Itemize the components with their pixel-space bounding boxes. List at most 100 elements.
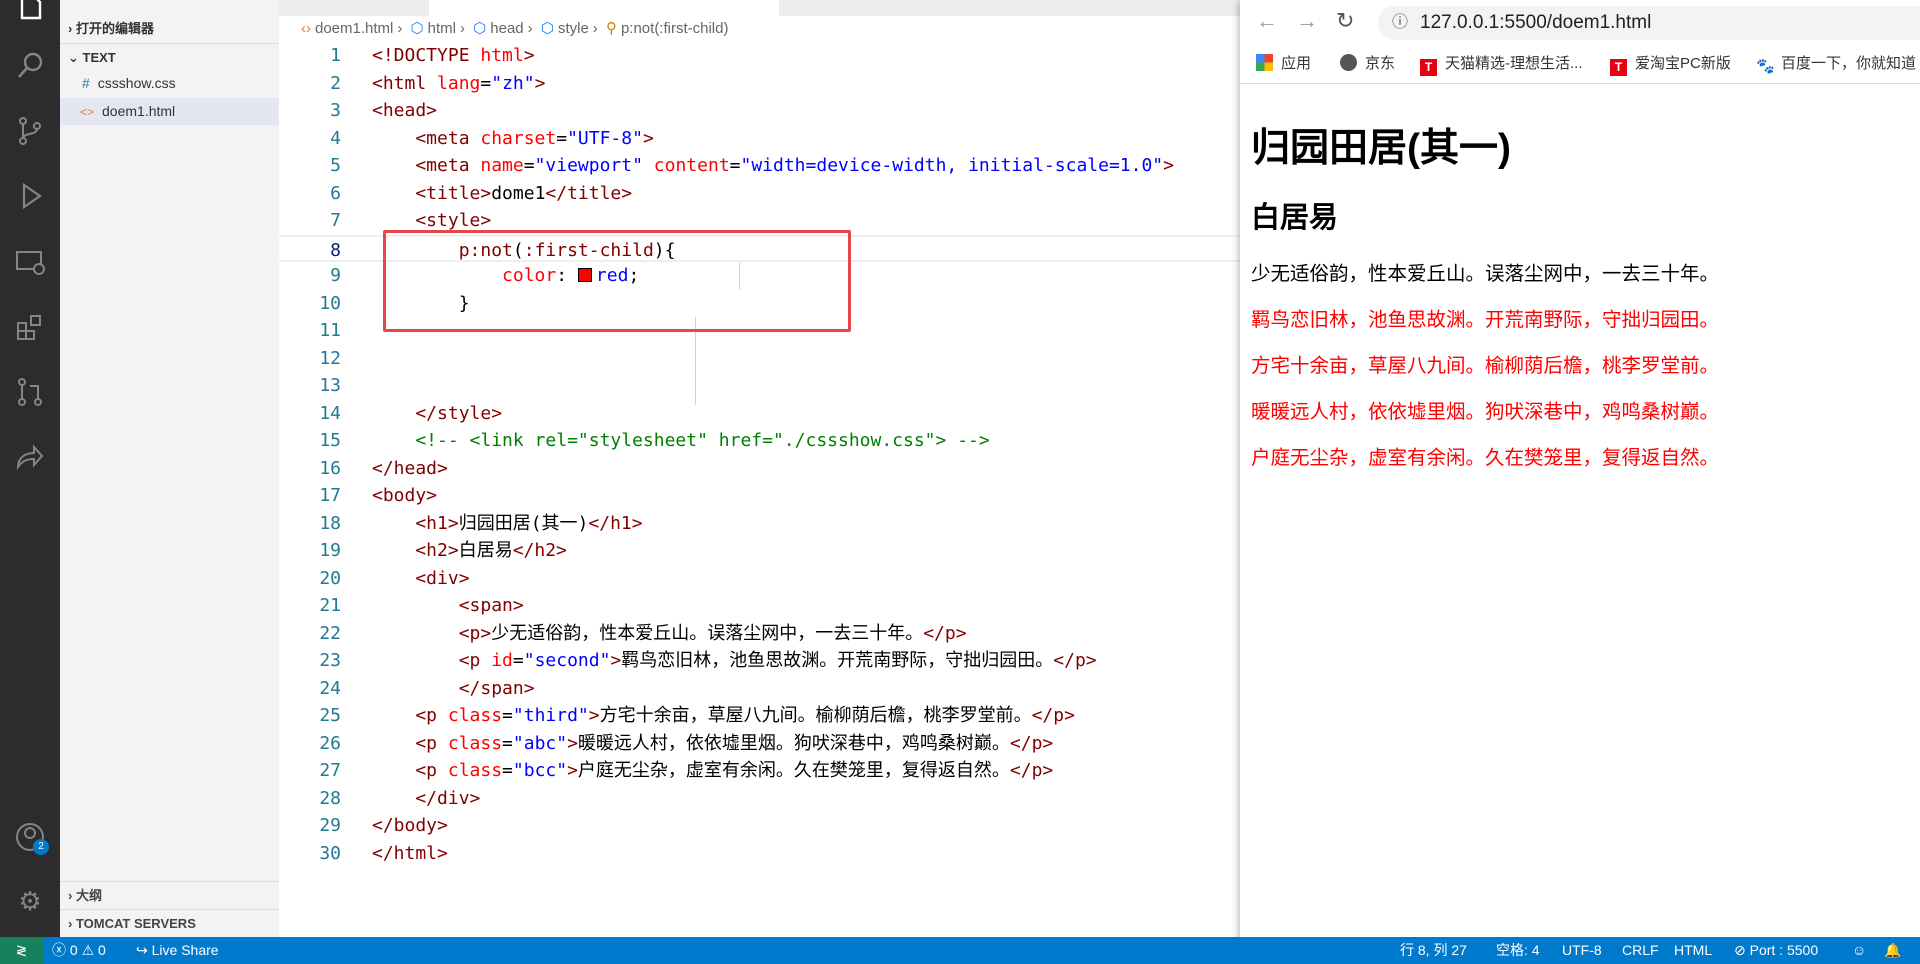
notifications-icon[interactable]: 🔔 xyxy=(1884,937,1901,964)
code-text: <h1>归园田居(其一)</h1> xyxy=(372,510,642,538)
open-editors-section[interactable]: › 打开的编辑器 xyxy=(60,15,279,42)
breadcrumb-item[interactable]: style xyxy=(558,20,589,37)
code-text: <!-- <link rel="stylesheet" href="./csss… xyxy=(372,427,990,455)
code-line[interactable]: 14 </style> xyxy=(279,400,1240,428)
code-line[interactable]: 13 xyxy=(279,372,1240,400)
code-line[interactable]: 6 <title>dome1</title> xyxy=(279,180,1240,208)
code-line[interactable]: 19 <h2>白居易</h2> xyxy=(279,537,1240,565)
code-text: </html> xyxy=(372,840,448,868)
explorer-icon[interactable] xyxy=(14,0,46,24)
code-token: class xyxy=(447,705,503,726)
code-line[interactable]: 30 </html> xyxy=(279,840,1240,868)
source-control-icon[interactable] xyxy=(14,115,46,147)
cube-icon: ⬡ xyxy=(540,20,554,37)
code-line[interactable]: 21 <span> xyxy=(279,592,1240,620)
address-bar[interactable]: ⓘ 127.0.0.1:5500/doem1.html xyxy=(1378,6,1920,40)
remote-explorer-icon[interactable] xyxy=(14,246,46,278)
cursor-position[interactable]: 行 8, 列 27 xyxy=(1400,937,1467,964)
breadcrumb-item[interactable]: head xyxy=(490,20,523,37)
account-icon[interactable]: 2 xyxy=(14,821,49,855)
line-ending[interactable]: CRLF xyxy=(1622,937,1659,964)
poem-line: 少无适俗韵，性本爱丘山。误落尘网中，一去三十年。 xyxy=(1251,263,1720,285)
code-editor[interactable]: ‹› doem1.html › ⬡ html › ⬡ head › ⬡ style › ⚲ p:n… xyxy=(279,0,1240,937)
code-token: <style> xyxy=(372,210,492,231)
code-token: = xyxy=(502,705,513,726)
gear-icon[interactable]: ⚙ xyxy=(14,885,46,917)
code-token: lang xyxy=(437,72,481,94)
feedback-icon[interactable]: ☺ xyxy=(1852,937,1866,964)
account-badge: 2 xyxy=(33,839,49,855)
file-name: cssshow.css xyxy=(97,75,176,91)
encoding[interactable]: UTF-8 xyxy=(1562,937,1602,964)
run-debug-icon[interactable] xyxy=(14,180,46,212)
bookmark-tmall[interactable]: T 天猫精选-理想生活... xyxy=(1420,54,1583,76)
code-line[interactable]: 4 <meta charset="UTF-8"> xyxy=(279,125,1240,153)
bookmark-aitaobao[interactable]: T 爱淘宝PC新版 xyxy=(1610,54,1731,76)
file-item-doem1[interactable]: <> doem1.html xyxy=(60,98,279,125)
reload-icon[interactable]: ↻ xyxy=(1336,8,1354,34)
code-line[interactable]: 3 <head> xyxy=(279,97,1240,125)
code-token: <p xyxy=(372,760,448,781)
indentation[interactable]: 空格: 4 xyxy=(1496,937,1540,964)
bookmark-baidu[interactable]: 🐾 百度一下，你就知道 xyxy=(1756,54,1916,75)
live-share-label: Live Share xyxy=(151,942,219,958)
code-text: <body> xyxy=(372,482,437,510)
bookmark-apps[interactable]: 应用 xyxy=(1256,54,1311,74)
code-token: <p xyxy=(372,705,448,726)
code-line[interactable]: 25 <p class="third">方宅十余亩，草屋八九间。榆柳荫后檐，桃李… xyxy=(279,702,1240,730)
remote-indicator[interactable]: ≷ xyxy=(0,937,43,964)
language-mode[interactable]: HTML xyxy=(1674,937,1712,964)
code-line[interactable]: 28 </div> xyxy=(279,785,1240,813)
code-token: </body> xyxy=(372,815,448,836)
search-icon[interactable] xyxy=(14,50,46,82)
file-item-cssshow[interactable]: # cssshow.css xyxy=(60,70,279,97)
folder-section-text[interactable]: ⌄ TEXT xyxy=(60,43,279,70)
code-line[interactable]: 29 </body> xyxy=(279,812,1240,840)
html-file-icon: <> xyxy=(80,105,95,119)
live-share-button[interactable]: ↪ Live Share xyxy=(136,937,219,964)
code-line[interactable]: 1 <!DOCTYPE html> xyxy=(279,42,1240,70)
code-line[interactable]: 20 <div> xyxy=(279,565,1240,593)
bookmarks-bar: 应用 京东 T 天猫精选-理想生活... T 爱淘宝PC新版 🐾 百度一下，你就知道 xyxy=(1240,44,1920,84)
code-line[interactable]: 5 <meta name="viewport" content="width=d… xyxy=(279,152,1240,180)
tomcat-servers-section[interactable]: › TOMCAT SERVERS xyxy=(60,909,279,936)
code-token: "abc" xyxy=(512,732,568,754)
code-line[interactable]: 17 <body> xyxy=(279,482,1240,510)
line-number: 27 xyxy=(319,760,341,781)
code-line[interactable]: 15 <!-- <link rel="stylesheet" href="./c… xyxy=(279,427,1240,455)
code-text: <p class="abc">暖暖远人村，依依墟里烟。狗吠深巷中，鸡鸣桑树巅。<… xyxy=(372,730,1053,758)
code-line[interactable]: 18 <h1>归园田居(其一)</h1> xyxy=(279,510,1240,538)
code-line[interactable]: 27 <p class="bcc">户庭无尘杂，虚室有余闲。久在樊笼里，复得返自… xyxy=(279,757,1240,785)
code-token: <!DOCTYPE xyxy=(372,45,481,66)
breadcrumb-item[interactable]: html xyxy=(428,20,456,37)
forward-icon[interactable]: → xyxy=(1296,8,1318,34)
line-number: 20 xyxy=(319,567,341,589)
problems-indicator[interactable]: ⓧ 0 ⚠ 0 xyxy=(52,937,106,964)
code-line[interactable]: 24 </span> xyxy=(279,675,1240,703)
bookmark-jd[interactable]: 京东 xyxy=(1340,54,1395,74)
tab-doem1[interactable] xyxy=(429,0,779,16)
code-line[interactable]: 2 <html lang="zh"> xyxy=(279,70,1240,98)
code-token: <meta xyxy=(372,127,481,149)
code-line[interactable]: 26 <p class="abc">暖暖远人村，依依墟里烟。狗吠深巷中，鸡鸣桑树… xyxy=(279,730,1240,758)
info-icon: ⓘ xyxy=(1392,14,1409,31)
code-line[interactable]: 12 xyxy=(279,345,1240,373)
code-line[interactable]: 23 <p id="second">羁鸟恋旧林，池鱼思故渊。开荒南野际，守拙归园… xyxy=(279,647,1240,675)
pull-requests-icon[interactable] xyxy=(14,376,46,408)
code-token: <span> xyxy=(372,595,524,616)
code-text: <p class="bcc">户庭无尘杂，虚室有余闲。久在樊笼里，复得返自然。<… xyxy=(372,757,1053,785)
live-share-icon[interactable] xyxy=(14,441,46,473)
extensions-icon[interactable] xyxy=(14,311,46,343)
code-line[interactable]: 22 <p>少无适俗韵，性本爱丘山。误落尘网中，一去三十年。</p> xyxy=(279,620,1240,648)
line-number: 9 xyxy=(330,265,341,286)
back-icon[interactable]: ← xyxy=(1256,8,1278,34)
breadcrumb-item[interactable]: p:not(:first-child) xyxy=(621,20,729,37)
poem-line: 方宅十余亩，草屋八九间。榆柳荫后檐，桃李罗堂前。 xyxy=(1251,355,1720,377)
live-server-port[interactable]: ⊘ Port : 5500 xyxy=(1734,937,1818,964)
breadcrumb-item[interactable]: doem1.html xyxy=(315,20,393,37)
outline-section[interactable]: › 大纲 xyxy=(60,881,279,908)
code-token: <!-- <link rel="stylesheet" href="./csss… xyxy=(372,430,990,451)
code-line[interactable]: 16 </head> xyxy=(279,455,1240,483)
line-number: 17 xyxy=(319,485,341,506)
code-token: html xyxy=(480,45,524,66)
